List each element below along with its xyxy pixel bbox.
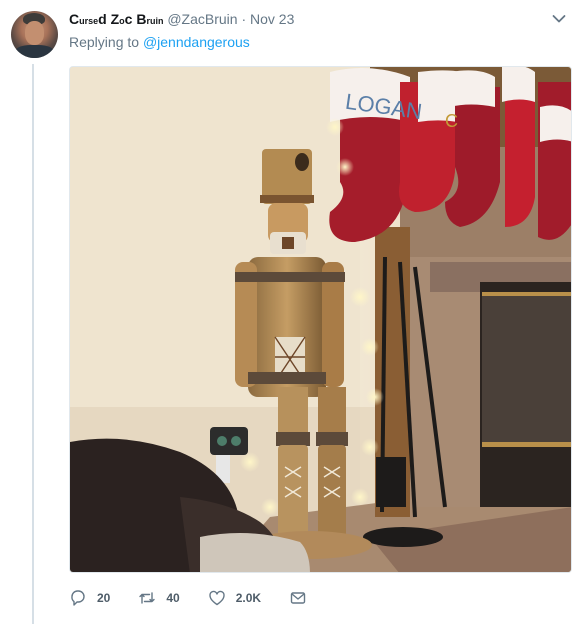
- tweet-date[interactable]: Nov 23: [250, 11, 294, 27]
- retweet-icon: [139, 592, 156, 604]
- avatar[interactable]: [11, 11, 58, 58]
- retweet-count: 40: [166, 591, 180, 605]
- tweet-header: Cursed Zoc Bruin @ZacBruin · Nov 23: [69, 10, 294, 30]
- separator-dot: ·: [241, 11, 247, 27]
- heart-icon: [209, 590, 225, 606]
- replying-to: Replying to @jenndangerous: [69, 34, 250, 50]
- photo-scene: LOGAN C: [70, 67, 571, 572]
- thread-line: [32, 64, 34, 624]
- like-button[interactable]: 2.0K: [208, 589, 261, 607]
- reply-icon: [71, 590, 85, 606]
- message-icon: [290, 592, 306, 604]
- display-name[interactable]: Cursed Zoc Bruin: [69, 11, 163, 27]
- retweet-button[interactable]: 40: [138, 589, 180, 607]
- reply-button[interactable]: 20: [69, 589, 110, 607]
- reply-mention-link[interactable]: @jenndangerous: [143, 34, 250, 50]
- chevron-down-icon[interactable]: [552, 14, 566, 24]
- user-handle[interactable]: @ZacBruin: [167, 11, 237, 27]
- tweet-actions: 20 40 2.0K: [69, 587, 345, 609]
- reply-count: 20: [97, 591, 111, 605]
- stocking-letter-c: C: [445, 111, 458, 131]
- like-count: 2.0K: [235, 591, 262, 605]
- tweet-photo[interactable]: LOGAN C: [69, 66, 572, 573]
- replying-prefix: Replying to: [69, 34, 140, 50]
- direct-message-button[interactable]: [289, 589, 317, 607]
